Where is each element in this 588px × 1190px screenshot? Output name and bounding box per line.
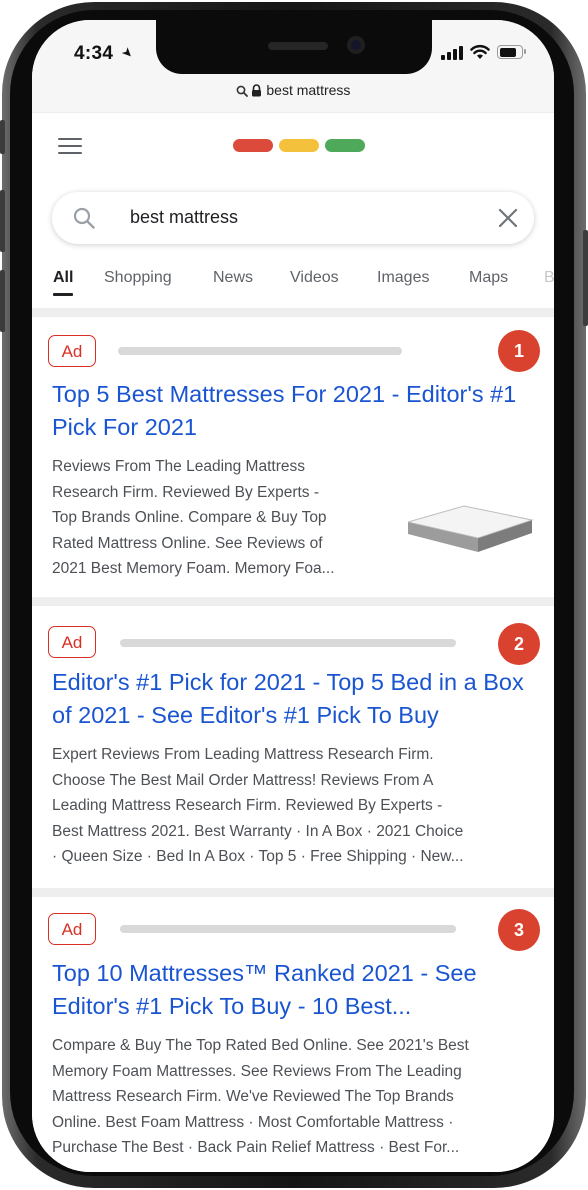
snippet-line: · Queen Size · Bed In A Box · Top 5 · Fr… [52,848,464,865]
tab-images[interactable]: Images [377,269,429,287]
result-title-link[interactable]: Top 5 Best Mattresses For 2021 - Editor'… [52,378,542,444]
status-bar: 4:34 ➤ [32,20,554,76]
result-title-link[interactable]: Editor's #1 Pick for 2021 - Top 5 Bed in… [52,666,542,732]
search-icon[interactable] [72,206,96,230]
battery-icon [497,45,523,59]
address-bar[interactable]: best mattress [32,76,554,113]
search-icon [236,85,248,97]
google-logo-red-bar [233,139,273,152]
snippet-line: Leading Mattress Research Firm. Reviewed… [52,797,443,814]
menu-icon[interactable] [58,138,82,154]
notch [156,20,432,74]
search-query-text[interactable]: best mattress [130,207,238,228]
display-url-placeholder [120,925,456,933]
google-logo-yellow-bar [279,139,319,152]
result-snippet: Compare & Buy The Top Rated Bed Online. … [52,1033,542,1161]
volume-down-button [0,270,5,332]
ad-badge: Ad [48,626,96,658]
google-logo-green-bar [325,139,365,152]
phone-screen: 4:34 ➤ best mattress best mattress All S… [32,20,554,1172]
tab-books-partial[interactable]: B [544,269,554,287]
snippet-line: Purchase The Best · Back Pain Relief Mat… [52,1139,460,1156]
ad-result-card[interactable]: Ad 2 Editor's #1 Pick for 2021 - Top 5 B… [32,606,554,888]
search-tabs: All Shopping News Videos Images Maps B [32,266,554,310]
snippet-line: Mattress Research Firm. We've Reviewed T… [52,1088,454,1105]
earpiece-speaker [268,42,328,50]
active-tab-indicator [53,293,73,296]
section-divider [32,888,554,897]
front-camera [347,36,365,54]
section-divider [32,308,554,317]
ad-result-card[interactable]: Ad 3 Top 10 Mattresses™ Ranked 2021 - Se… [32,897,554,1172]
tab-all[interactable]: All [53,269,73,287]
rank-badge: 2 [498,623,540,665]
snippet-line: Best Mattress 2021. Best Warranty · In A… [52,822,464,840]
ad-badge: Ad [48,913,96,945]
result-snippet: Reviews From The Leading Mattress Resear… [52,454,392,582]
snippet-line: Top Brands Online. Compare & Buy Top [52,509,327,526]
battery-level [499,47,517,57]
snippet-line: Compare & Buy The Top Rated Bed Online. … [52,1037,469,1054]
display-url-placeholder [120,639,456,647]
section-divider [32,597,554,606]
address-url-text: best mattress [266,82,351,98]
ad-badge: Ad [48,335,96,367]
snippet-line: Rated Mattress Online. See Reviews of [52,534,323,552]
tab-shopping[interactable]: Shopping [104,269,172,287]
snippet-line: Choose The Best Mail Order Mattress! Rev… [52,771,434,789]
rank-badge: 1 [498,330,540,372]
clock-time: 4:34 [74,43,114,64]
snippet-line: Memory Foam Mattresses. See Reviews From… [52,1062,462,1080]
snippet-line: 2021 Best Memory Foam. Memory Foa... [52,560,335,577]
wifi-icon [470,45,490,59]
snippet-line: Online. Best Foam Mattress · Most Comfor… [52,1113,454,1131]
volume-up-button [0,190,5,252]
location-arrow-icon: ➤ [118,43,137,62]
snippet-line: Reviews From The Leading Mattress [52,458,305,475]
result-title-link[interactable]: Top 10 Mattresses™ Ranked 2021 - See Edi… [52,957,542,1023]
lock-icon [252,84,262,97]
rank-badge: 3 [498,909,540,951]
snippet-line: Research Firm. Reviewed By Experts - [52,483,320,501]
clear-search-icon[interactable] [498,208,518,228]
power-button [583,230,588,326]
search-box[interactable]: best mattress [52,192,534,244]
tab-news[interactable]: News [213,269,253,287]
result-snippet: Expert Reviews From Leading Mattress Res… [52,742,542,870]
mattress-image[interactable] [404,500,536,560]
snippet-line: Expert Reviews From Leading Mattress Res… [52,746,434,763]
cellular-signal-icon [441,46,463,60]
battery-cap [524,49,526,54]
tab-maps[interactable]: Maps [469,269,508,287]
tab-videos[interactable]: Videos [290,269,339,287]
display-url-placeholder [118,347,402,355]
mute-switch [0,120,5,154]
